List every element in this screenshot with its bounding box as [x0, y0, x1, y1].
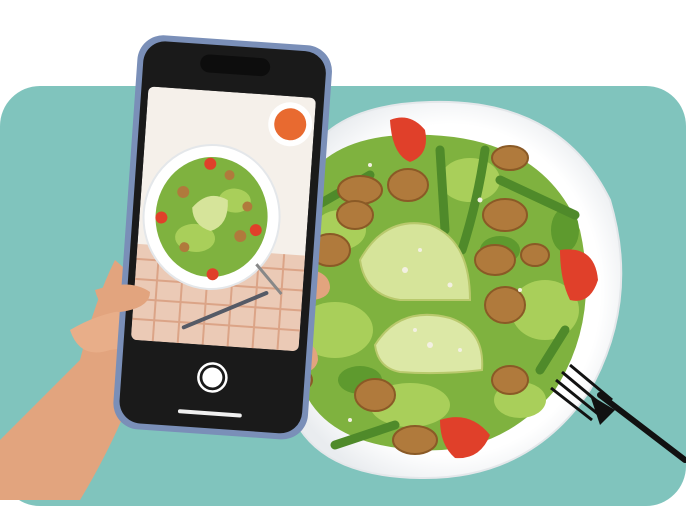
illustration [0, 35, 686, 500]
smartphone [113, 35, 332, 440]
salad-photo-scene [0, 0, 686, 518]
phone-screen-photo [130, 86, 317, 352]
salad-plate [279, 100, 623, 480]
